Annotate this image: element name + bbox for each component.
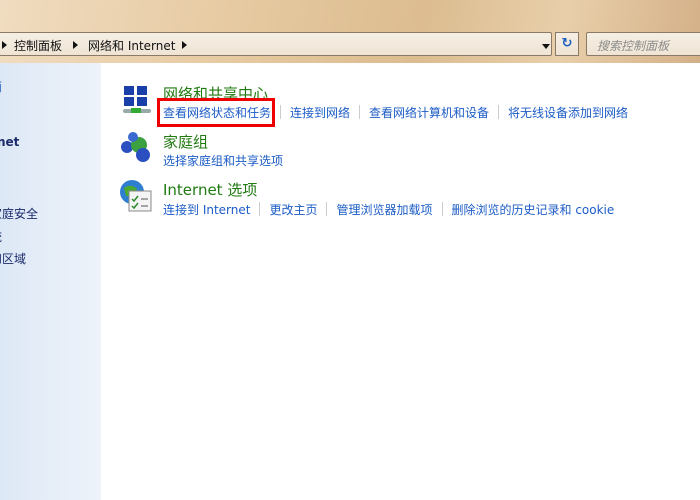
link-delete-history[interactable]: 删除浏览的历史记录和 cookie bbox=[443, 201, 624, 218]
sidebar-item-system[interactable]: 统 bbox=[0, 228, 2, 245]
address-dropdown-icon[interactable] bbox=[542, 44, 550, 49]
link-connect-internet[interactable]: 连接到 Internet bbox=[163, 201, 259, 218]
sidebar-item-region[interactable]: 和区域 bbox=[0, 250, 26, 267]
link-homegroup-options[interactable]: 选择家庭组和共享选项 bbox=[163, 152, 292, 169]
main-content: 网络和共享中心 查看网络状态和任务 连接到网络 查看网络计算机和设备 将无线设备… bbox=[101, 63, 700, 500]
category-title-internet-options[interactable]: Internet 选项 bbox=[163, 179, 257, 200]
homegroup-icon bbox=[121, 132, 150, 162]
search-input[interactable]: 搜索控制面板 bbox=[586, 32, 700, 56]
network-sharing-icon bbox=[123, 86, 151, 113]
breadcrumb-arrow-icon[interactable] bbox=[73, 41, 78, 49]
link-view-network-computers[interactable]: 查看网络计算机和设备 bbox=[360, 104, 498, 121]
sidebar-item-network-internet[interactable]: net bbox=[0, 135, 19, 149]
breadcrumb-arrow-icon[interactable] bbox=[182, 41, 187, 49]
breadcrumb-network-internet[interactable]: 网络和 Internet bbox=[88, 37, 175, 54]
highlight-box bbox=[157, 98, 275, 127]
link-manage-addons[interactable]: 管理浏览器加载项 bbox=[327, 201, 441, 218]
sidebar-item-family-safety[interactable]: 家庭安全 bbox=[0, 205, 38, 222]
address-bar[interactable]: 控制面板 网络和 Internet bbox=[0, 32, 552, 56]
homegroup-links: 选择家庭组和共享选项 bbox=[163, 152, 292, 169]
link-connect-network[interactable]: 连接到网络 bbox=[281, 104, 359, 121]
breadcrumb-arrow-icon[interactable] bbox=[2, 41, 7, 49]
category-title-homegroup[interactable]: 家庭组 bbox=[163, 131, 208, 152]
internet-options-links: 连接到 Internet 更改主页 管理浏览器加载项 删除浏览的历史记录和 co… bbox=[163, 201, 623, 218]
internet-options-icon bbox=[120, 180, 152, 212]
refresh-icon[interactable]: ↻ bbox=[555, 32, 579, 56]
sidebar: 面 net 家庭安全 统 和区域 bbox=[0, 63, 101, 500]
link-add-wireless-device[interactable]: 将无线设备添加到网络 bbox=[499, 104, 637, 121]
link-change-homepage[interactable]: 更改主页 bbox=[260, 201, 326, 218]
breadcrumb-control-panel[interactable]: 控制面板 bbox=[14, 37, 62, 54]
sidebar-item[interactable]: 面 bbox=[0, 78, 2, 95]
